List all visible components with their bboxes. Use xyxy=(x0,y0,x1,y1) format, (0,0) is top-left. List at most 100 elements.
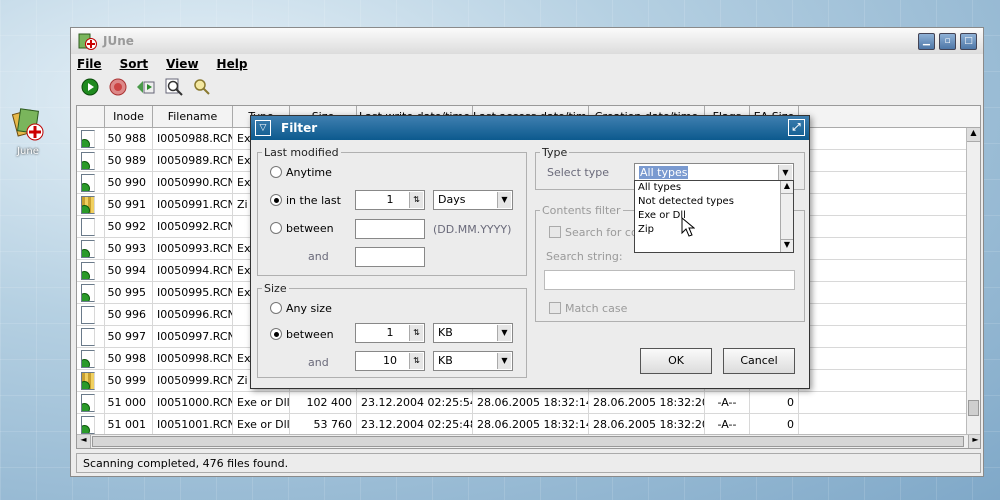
menu-view[interactable]: View xyxy=(166,57,198,71)
ea-size-cell: 0 xyxy=(750,414,799,435)
in-the-last-unit-select[interactable]: Days ▼ xyxy=(433,190,513,210)
select-type-label: Select type xyxy=(547,166,610,179)
start-scan-button[interactable] xyxy=(79,76,101,98)
inode-cell: 50 992 xyxy=(105,216,153,237)
exe-file-icon xyxy=(81,152,95,170)
column-header-filename[interactable]: Filename xyxy=(153,106,233,127)
green-arrow-icon xyxy=(82,425,90,433)
green-arrow-icon xyxy=(82,359,90,367)
filter-button[interactable] xyxy=(191,76,213,98)
filename-cell: I0050996.RCN xyxy=(153,304,233,325)
exe-file-icon xyxy=(81,174,95,192)
size-from-unit-select[interactable]: KB ▼ xyxy=(433,323,513,343)
june-app-icon xyxy=(11,108,45,142)
date-from-input[interactable] xyxy=(355,219,425,239)
flags-cell: -A-- xyxy=(705,414,750,435)
status-bar: Scanning completed, 476 files found. xyxy=(76,453,981,473)
type-option[interactable]: Not detected types xyxy=(635,195,793,209)
anytime-label: Anytime xyxy=(286,166,332,179)
inode-cell: 50 996 xyxy=(105,304,153,325)
table-row[interactable]: 51 001 I0051001.RCN Exe or Dll 53 760 23.12.… xyxy=(77,414,980,436)
column-header-inode[interactable]: Inode xyxy=(105,106,153,127)
size-to-input[interactable]: 10 ⇅ xyxy=(355,351,425,371)
dialog-menu-icon[interactable]: ▽ xyxy=(255,120,271,136)
row-icon-cell xyxy=(77,128,105,149)
size-from-input[interactable]: 1 ⇅ xyxy=(355,323,425,343)
search-for-contents-checkbox[interactable] xyxy=(549,226,561,238)
scroll-up-arrow-icon[interactable]: ▲ xyxy=(781,181,793,194)
size-to-value: 10 xyxy=(383,354,397,367)
size-legend: Size xyxy=(264,282,287,295)
minimize-button[interactable]: ▁ xyxy=(918,33,935,50)
spinner-icon[interactable]: ⇅ xyxy=(409,325,423,341)
filename-cell: I0050990.RCN xyxy=(153,172,233,193)
search-button[interactable] xyxy=(163,76,185,98)
type-option[interactable]: Zip xyxy=(635,223,793,237)
blank-file-icon xyxy=(81,306,95,324)
inode-cell: 50 988 xyxy=(105,128,153,149)
scroll-up-arrow-icon[interactable]: ▲ xyxy=(967,128,980,142)
menu-help[interactable]: Help xyxy=(217,57,248,71)
magnifier-icon xyxy=(165,78,183,96)
exe-file-icon xyxy=(81,350,95,368)
scroll-left-arrow-icon[interactable]: ◄ xyxy=(77,435,91,448)
scroll-down-arrow-icon[interactable]: ▼ xyxy=(781,239,793,252)
filter-dialog-title-bar[interactable]: ▽ Filter ⤢ xyxy=(251,116,809,140)
row-icon-cell xyxy=(77,392,105,413)
filename-cell: I0050988.RCN xyxy=(153,128,233,149)
table-row[interactable]: 51 000 I0051000.RCN Exe or Dll 102 400 23.12… xyxy=(77,392,980,414)
inode-cell: 50 990 xyxy=(105,172,153,193)
dialog-maximize-icon[interactable]: ⤢ xyxy=(788,119,805,136)
filename-cell: I0051000.RCN xyxy=(153,392,233,413)
dates-and-label: and xyxy=(308,250,329,263)
scroll-right-arrow-icon[interactable]: ► xyxy=(968,435,980,448)
type-option[interactable]: All types xyxy=(635,181,793,195)
restore-button[interactable]: ▫ xyxy=(939,33,956,50)
in-the-last-radio[interactable] xyxy=(270,194,282,206)
ok-button[interactable]: OK xyxy=(640,348,712,374)
spinner-icon[interactable]: ⇅ xyxy=(409,192,423,208)
menu-file[interactable]: File xyxy=(77,57,102,71)
menu-sort[interactable]: Sort xyxy=(120,57,149,71)
inode-cell: 50 991 xyxy=(105,194,153,215)
ea-size-cell: 0 xyxy=(750,392,799,413)
cancel-button[interactable]: Cancel xyxy=(723,348,795,374)
row-icon-cell xyxy=(77,150,105,171)
vertical-scroll-thumb[interactable] xyxy=(968,400,979,416)
anytime-radio[interactable] xyxy=(270,166,282,178)
in-the-last-value-input[interactable]: 1 ⇅ xyxy=(355,190,425,210)
restore-arrow-icon xyxy=(137,81,155,94)
any-size-radio[interactable] xyxy=(270,302,282,314)
size-cell: 53 760 xyxy=(290,414,357,435)
desktop-shortcut-june[interactable]: June xyxy=(6,108,50,157)
row-icon-cell xyxy=(77,194,105,215)
chevron-down-icon: ▼ xyxy=(778,165,792,181)
green-arrow-icon xyxy=(82,161,90,169)
size-between-radio[interactable] xyxy=(270,328,282,340)
search-string-input[interactable] xyxy=(544,270,795,290)
horizontal-scrollbar[interactable]: ◄ ► xyxy=(77,434,980,448)
match-case-checkbox[interactable] xyxy=(549,302,561,314)
between-dates-radio[interactable] xyxy=(270,222,282,234)
dropdown-scrollbar[interactable]: ▲ ▼ xyxy=(780,181,793,252)
size-to-unit-select[interactable]: KB ▼ xyxy=(433,351,513,371)
vertical-scrollbar[interactable]: ▲ ▼ xyxy=(966,128,980,448)
filename-cell: I0050993.RCN xyxy=(153,238,233,259)
filename-cell: I0050989.RCN xyxy=(153,150,233,171)
maximize-button[interactable]: □ xyxy=(960,33,977,50)
restore-files-button[interactable] xyxy=(135,76,157,98)
inode-cell: 50 993 xyxy=(105,238,153,259)
row-icon-cell xyxy=(77,348,105,369)
stop-scan-button[interactable] xyxy=(107,76,129,98)
date-to-input[interactable] xyxy=(355,247,425,267)
green-arrow-icon xyxy=(82,183,90,191)
column-header-icon[interactable] xyxy=(77,106,105,127)
green-arrow-icon xyxy=(82,139,90,147)
type-option[interactable]: Exe or Dll xyxy=(635,209,793,223)
row-icon-cell xyxy=(77,282,105,303)
title-bar[interactable]: JUne ▁ ▫ □ xyxy=(71,28,983,54)
filename-cell: I0050992.RCN xyxy=(153,216,233,237)
spinner-icon[interactable]: ⇅ xyxy=(409,353,423,369)
horizontal-scroll-thumb[interactable] xyxy=(92,436,964,447)
app-icon xyxy=(78,33,97,50)
